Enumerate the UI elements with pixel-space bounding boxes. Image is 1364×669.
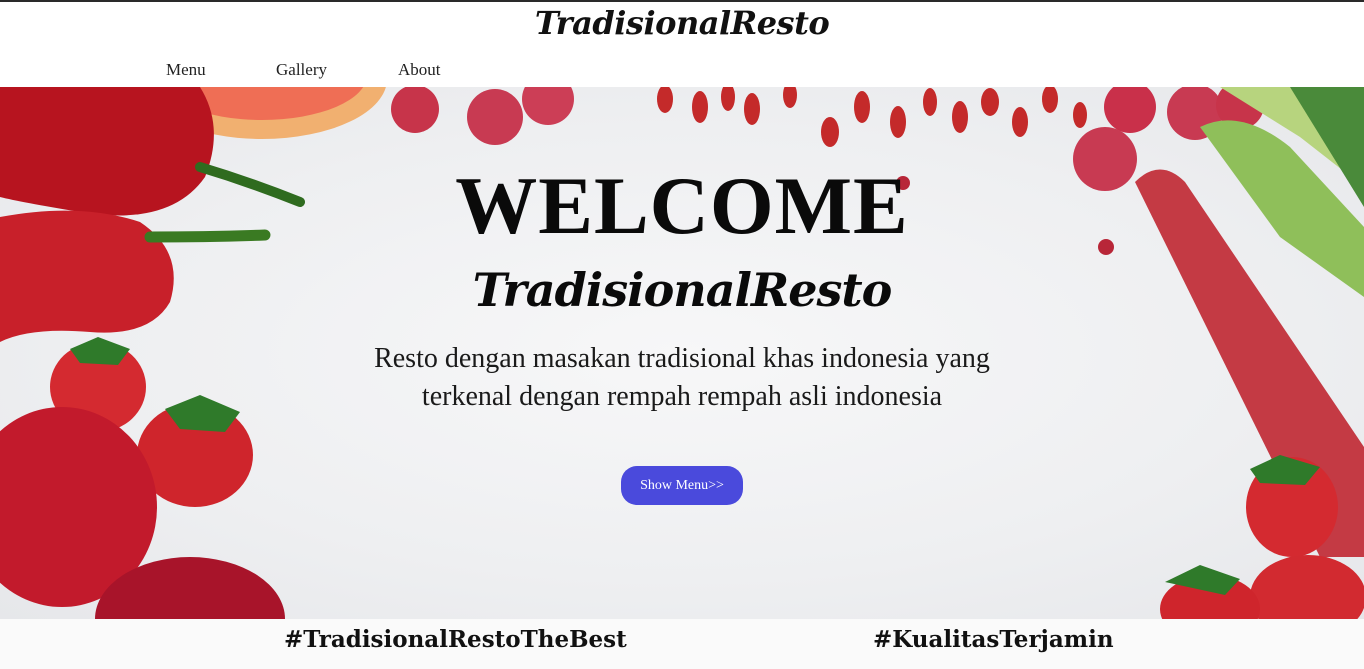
nav-gallery-link[interactable]: Gallery <box>276 60 327 80</box>
nav-menu-link[interactable]: Menu <box>166 60 206 80</box>
hashtag-tradisional-resto: #TradisionalRestoTheBest <box>284 626 627 653</box>
nav-about-link[interactable]: About <box>398 60 441 80</box>
hero-banner: WELCOME TradisionalResto Resto dengan ma… <box>0 87 1364 619</box>
goji-berry-icon <box>657 87 1087 147</box>
hero-heading: WELCOME <box>455 160 909 251</box>
hashtag-kualitas: #KualitasTerjamin <box>873 626 1114 653</box>
hero-script-title: TradisionalResto <box>472 263 893 317</box>
site-logo[interactable]: TradisionalResto <box>0 4 1364 42</box>
main-nav: Menu Gallery About <box>0 60 600 84</box>
show-menu-button[interactable]: Show Menu>> <box>621 466 743 505</box>
hero-tagline: Resto dengan masakan tradisional khas in… <box>374 343 990 412</box>
hashtag-bar <box>0 619 1364 669</box>
site-header: TradisionalResto Menu Gallery About <box>0 2 1364 87</box>
